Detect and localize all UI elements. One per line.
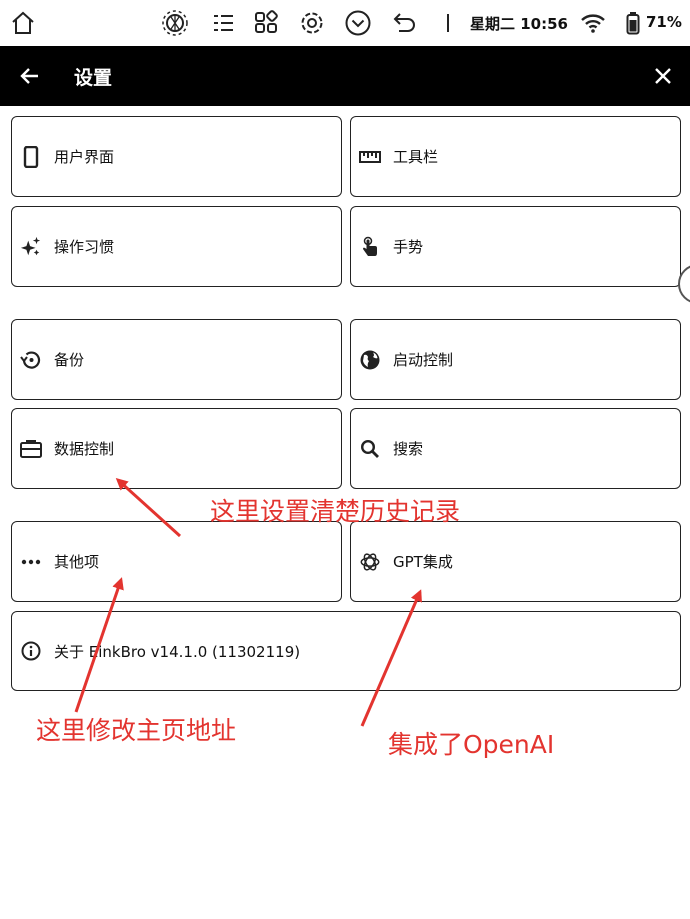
close-icon[interactable]	[650, 63, 676, 89]
settings-item-label: 手势	[393, 238, 424, 256]
search-icon	[359, 438, 381, 460]
status-bar: 星期二 10:56 71%	[0, 0, 690, 46]
settings-item-label: 搜索	[393, 440, 424, 458]
page-title: 设置	[74, 67, 113, 89]
sparkle-icon	[20, 236, 42, 258]
undo-icon[interactable]	[389, 8, 419, 38]
settings-item-behavior[interactable]: 操作习惯	[11, 206, 342, 287]
info-icon	[20, 640, 42, 662]
back-arrow-icon[interactable]	[16, 62, 44, 90]
settings-item-ui[interactable]: 用户界面	[11, 116, 342, 197]
restore-icon	[20, 349, 42, 371]
settings-item-label: 其他项	[54, 553, 100, 571]
battery-percent: 71%	[646, 13, 682, 31]
settings-item-gpt[interactable]: GPT集成	[350, 521, 681, 602]
battery-icon	[625, 8, 641, 38]
settings-item-others[interactable]: 其他项	[11, 521, 342, 602]
chevron-down-icon[interactable]	[343, 8, 373, 38]
wifi-icon	[578, 8, 608, 38]
more-icon	[20, 551, 42, 573]
settings-item-label: 关于 EinkBro v14.1.0 (11302119)	[54, 642, 301, 661]
settings-item-backup[interactable]: 备份	[11, 319, 342, 400]
openai-icon	[359, 551, 381, 573]
settings-item-label: 操作习惯	[54, 238, 115, 256]
title-bar: 设置	[0, 46, 690, 106]
settings-item-toolbar[interactable]: 工具栏	[350, 116, 681, 197]
settings-item-search[interactable]: 搜索	[350, 408, 681, 489]
settings-item-gesture[interactable]: 手势	[350, 206, 681, 287]
list-icon[interactable]	[208, 8, 238, 38]
settings-item-label: 用户界面	[54, 148, 115, 166]
settings-item-data-control[interactable]: 数据控制	[11, 408, 342, 489]
settings-item-label: 启动控制	[393, 351, 454, 369]
annotation-homepage: 这里修改主页地址	[36, 716, 237, 745]
globe-icon	[359, 349, 381, 371]
settings-item-label: 数据控制	[54, 440, 115, 458]
annotation-clear-history: 这里设置清楚历史记录	[210, 497, 461, 526]
status-datetime: 星期二 10:56	[470, 15, 568, 33]
gear-icon[interactable]	[297, 8, 327, 38]
home-icon[interactable]	[8, 8, 38, 38]
settings-item-about[interactable]: 关于 EinkBro v14.1.0 (11302119)	[11, 611, 681, 691]
settings-item-startup[interactable]: 启动控制	[350, 319, 681, 400]
settings-item-label: 备份	[54, 351, 85, 369]
settings-item-label: 工具栏	[393, 148, 439, 166]
ruler-icon	[359, 146, 381, 168]
annotation-openai: 集成了OpenAI	[388, 730, 555, 759]
briefcase-icon	[20, 438, 42, 460]
touch-icon	[359, 236, 381, 258]
settings-item-label: GPT集成	[393, 553, 453, 571]
divider	[447, 14, 449, 32]
brightness-icon[interactable]	[160, 8, 190, 38]
phone-icon	[20, 145, 42, 168]
apps-icon[interactable]	[251, 8, 281, 38]
